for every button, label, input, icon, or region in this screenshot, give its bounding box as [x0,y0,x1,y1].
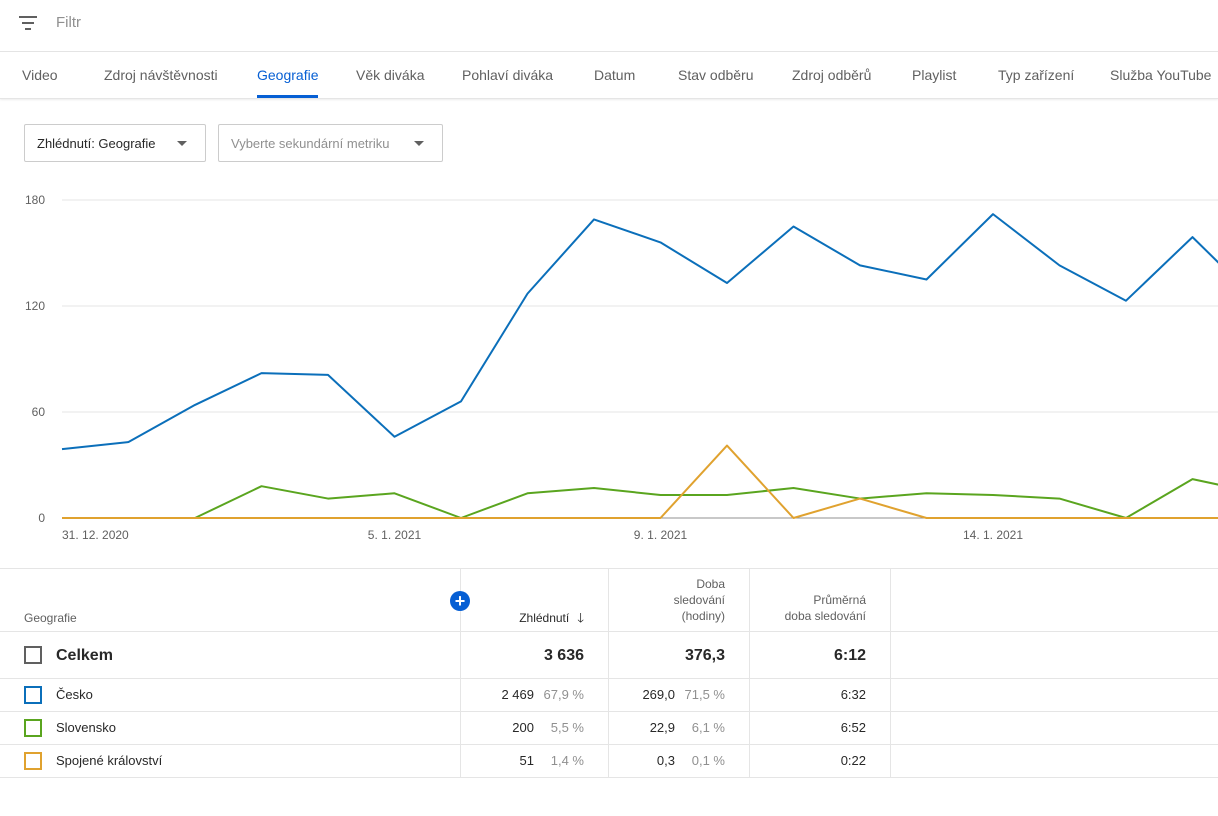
tab-bar: Video Zdroj návštěvnosti Geografie Věk d… [0,52,1218,99]
total-views: 3 636 [543,647,584,664]
series-line-cesko [61,213,1218,451]
header-prumerna-line1: Průměrná [813,593,866,607]
chevron-down-icon [177,141,187,146]
y-tick-label: 180 [25,193,45,207]
row-watch-uk: 0,3 [656,753,675,768]
row-avg-uk: 0:22 [840,753,866,768]
tab-pohlavi-divaka[interactable]: Pohlaví diváka [462,52,553,98]
row-watch-pct-cesko: 71,5 % [684,687,725,702]
y-tick-label: 0 [38,511,45,525]
row-watch-pct-uk: 0,1 % [691,753,725,768]
header-doba-sledovani[interactable]: Doba sledování (hodiny) [674,576,725,624]
row-avg-slovensko: 6:52 [840,720,866,735]
x-tick-label: 9. 1. 2021 [634,528,688,542]
header-zhlednuti-label: Zhlédnutí [519,611,570,625]
row-checkbox-uk[interactable] [24,752,42,770]
tab-zdroj-navstevnosti[interactable]: Zdroj návštěvnosti [104,52,218,98]
x-tick-label: 31. 12. 2020 [62,528,129,542]
tab-datum[interactable]: Datum [594,52,635,98]
header-doba-line1: Doba [696,577,725,591]
filter-icon[interactable] [19,15,37,31]
row-name-cesko: Česko [56,687,93,702]
row-views-uk: 51 [519,753,534,768]
row-watch-slovensko: 22,9 [649,720,675,735]
row-views-slovensko: 200 [512,720,534,735]
tab-stav-odberu[interactable]: Stav odběru [678,52,754,98]
tab-typ-zarizeni[interactable]: Typ zařízení [998,52,1074,98]
add-column-button[interactable]: + [450,591,470,611]
y-tick-label: 60 [32,405,46,419]
tab-playlist[interactable]: Playlist [912,52,956,98]
header-doba-line3: (hodiny) [681,609,725,623]
header-prumerna-line2: doba sledování [784,609,866,623]
primary-metric-label: Zhlédnutí: Geografie [37,136,156,151]
tab-vek-divaka[interactable]: Věk diváka [356,52,424,98]
row-watch-pct-slovensko: 6,1 % [691,720,725,735]
row-checkbox-slovensko[interactable] [24,719,42,737]
filter-input[interactable]: Filtr [56,14,81,31]
filter-bar[interactable]: Filtr [0,0,1218,52]
views-line-chart: 0 60 120 180 31. 12. 2020 5. 1. 2021 9. 1. 202… [25,193,1218,542]
x-tick-label: 5. 1. 2021 [368,528,422,542]
total-label: Celkem [56,647,113,664]
row-avg-cesko: 6:32 [840,687,866,702]
total-avg-duration: 6:12 [833,647,866,664]
row-watch-cesko: 269,0 [642,687,675,702]
row-views-cesko: 2 469 [501,687,534,702]
series-line-uk [62,444,1218,519]
arrow-down-icon: 🡓 [577,610,584,625]
chevron-down-icon [414,141,424,146]
row-views-pct-slovensko: 5,5 % [550,720,584,735]
tab-sluzba-youtube[interactable]: Služba YouTube [1110,52,1211,98]
header-prumerna-doba[interactable]: Průměrná doba sledování [785,592,866,624]
row-views-pct-cesko: 67,9 % [543,687,584,702]
secondary-metric-dropdown[interactable]: Vyberte sekundární metriku [218,124,443,162]
tab-geografie[interactable]: Geografie [257,52,319,98]
row-checkbox-cesko[interactable] [24,686,42,704]
header-geografie[interactable]: Geografie [24,610,77,626]
total-checkbox[interactable] [24,646,42,664]
header-zhlednuti[interactable]: Zhlédnutí 🡓 [519,610,584,626]
row-views-pct-uk: 1,4 % [550,753,584,768]
header-doba-line2: sledování [673,593,725,607]
x-tick-label: 14. 1. 2021 [963,528,1023,542]
tab-video[interactable]: Video [22,52,58,98]
row-name-uk: Spojené království [56,753,163,768]
primary-metric-dropdown[interactable]: Zhlédnutí: Geografie [24,124,206,162]
tab-zdroj-odberu[interactable]: Zdroj odběrů [792,52,871,98]
series-line-slovensko [62,478,1218,519]
total-watch-time: 376,3 [684,647,725,664]
y-tick-label: 120 [25,299,45,313]
secondary-metric-placeholder: Vyberte sekundární metriku [231,136,390,151]
row-name-slovensko: Slovensko [56,720,116,735]
